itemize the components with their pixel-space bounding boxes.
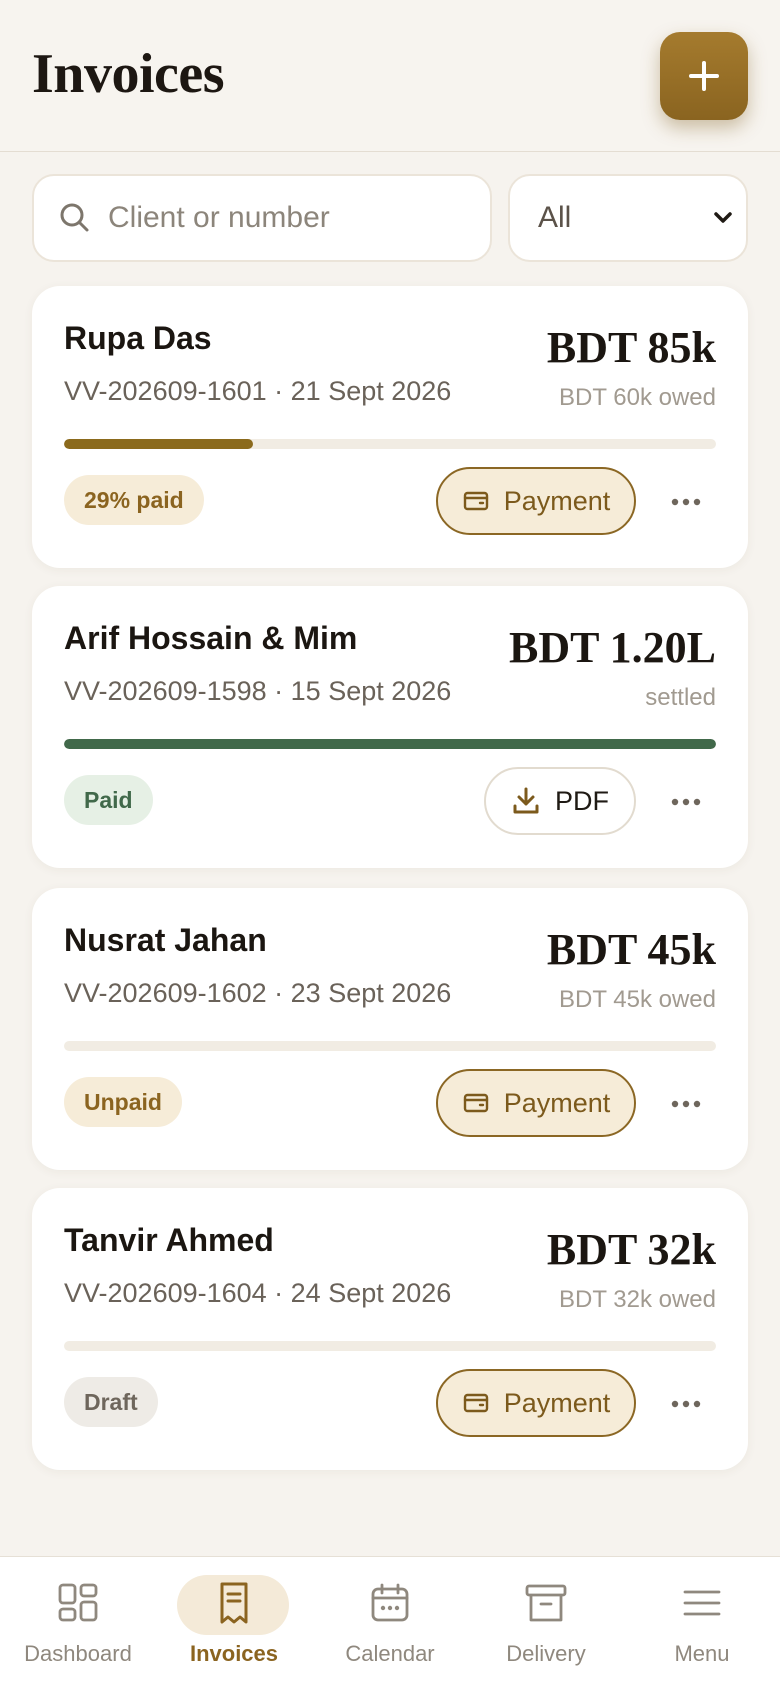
- payment-progress-bar: [64, 1041, 716, 1051]
- more-horizontal-icon: [671, 498, 701, 506]
- more-horizontal-icon: [671, 1400, 701, 1408]
- nav-item-delivery[interactable]: Delivery: [468, 1557, 624, 1688]
- more-options-button[interactable]: [664, 780, 708, 824]
- download-pdf-button[interactable]: PDF: [484, 767, 636, 835]
- invoice-amount: BDT 1.20L: [508, 623, 716, 672]
- payment-progress-fill: [64, 739, 716, 749]
- invoice-amount: BDT 85k: [546, 323, 716, 372]
- invoice-number-date: VV-202609-1601 · 21 Sept 2026: [64, 376, 452, 406]
- invoice-card[interactable]: Arif Hossain & Mim VV-202609-1598 · 15 S…: [32, 586, 748, 868]
- app-header: Invoices: [0, 0, 780, 152]
- archive-box-icon: [525, 1584, 567, 1622]
- invoice-number-date: VV-202609-1602 · 23 Sept 2026: [64, 978, 452, 1008]
- record-payment-button[interactable]: Payment: [436, 467, 636, 535]
- page-title: Invoices: [32, 43, 225, 105]
- nav-item-invoices[interactable]: Invoices: [156, 1557, 312, 1688]
- more-options-button[interactable]: [664, 480, 708, 524]
- calendar-icon: [371, 1583, 409, 1622]
- nav-item-calendar[interactable]: Calendar: [312, 1557, 468, 1688]
- invoice-number-date: VV-202609-1604 · 24 Sept 2026: [64, 1278, 452, 1308]
- status-badge: Paid: [64, 775, 153, 825]
- nav-label: Invoices: [189, 1641, 279, 1666]
- more-options-button[interactable]: [664, 1082, 708, 1126]
- more-options-button[interactable]: [664, 1382, 708, 1426]
- search-input[interactable]: [108, 201, 468, 235]
- status-badge: Draft: [64, 1377, 158, 1427]
- invoice-amount: BDT 45k: [546, 925, 716, 974]
- payment-progress-bar: [64, 1341, 716, 1351]
- client-name: Tanvir Ahmed: [64, 1222, 274, 1258]
- invoice-number-date: VV-202609-1598 · 15 Sept 2026: [64, 676, 452, 706]
- client-name: Nusrat Jahan: [64, 922, 267, 958]
- more-horizontal-icon: [671, 1100, 701, 1108]
- wallet-icon: [463, 1393, 488, 1413]
- action-label: PDF: [555, 785, 609, 816]
- bottom-navigation: Dashboard Invoices Calendar Delivery Men…: [0, 1556, 780, 1688]
- amount-owed: BDT 60k owed: [559, 384, 716, 411]
- search-icon: [60, 203, 89, 232]
- download-icon: [513, 787, 539, 814]
- filter-value: All: [538, 201, 572, 234]
- nav-label: Dashboard: [24, 1641, 132, 1666]
- nav-item-dashboard[interactable]: Dashboard: [0, 1557, 156, 1688]
- nav-label: Menu: [674, 1641, 730, 1666]
- amount-owed: BDT 32k owed: [559, 1286, 716, 1313]
- record-payment-button[interactable]: Payment: [436, 1069, 636, 1137]
- chevron-down-icon: [714, 212, 732, 223]
- payment-progress-fill: [64, 439, 254, 449]
- invoice-card[interactable]: Nusrat Jahan VV-202609-1602 · 23 Sept 20…: [32, 888, 748, 1170]
- nav-label: Calendar: [345, 1641, 435, 1666]
- payment-progress-bar: [64, 439, 716, 449]
- payment-progress-bar: [64, 739, 716, 749]
- status-filter-select[interactable]: All: [508, 174, 748, 262]
- status-badge: Unpaid: [64, 1077, 182, 1127]
- invoice-card[interactable]: Rupa Das VV-202609-1601 · 21 Sept 2026 B…: [32, 286, 748, 568]
- client-name: Rupa Das: [64, 320, 212, 356]
- invoice-card[interactable]: Tanvir Ahmed VV-202609-1604 · 24 Sept 20…: [32, 1188, 748, 1470]
- dashboard-icon: [58, 1583, 98, 1622]
- action-label: Payment: [503, 1087, 611, 1118]
- status-badge: 29% paid: [64, 475, 204, 525]
- nav-item-menu[interactable]: Menu: [624, 1557, 780, 1688]
- plus-icon: [689, 61, 719, 91]
- action-label: Payment: [503, 485, 611, 516]
- amount-owed: settled: [645, 684, 716, 711]
- add-invoice-button[interactable]: [660, 32, 748, 120]
- wallet-icon: [463, 1093, 488, 1113]
- invoice-icon: [220, 1582, 248, 1624]
- client-name: Arif Hossain & Mim: [64, 620, 358, 656]
- menu-icon: [683, 1590, 721, 1616]
- action-label: Payment: [503, 1387, 611, 1418]
- more-horizontal-icon: [671, 798, 701, 806]
- record-payment-button[interactable]: Payment: [436, 1369, 636, 1437]
- amount-owed: BDT 45k owed: [559, 986, 716, 1013]
- search-box[interactable]: [32, 174, 492, 262]
- invoice-amount: BDT 32k: [546, 1225, 716, 1274]
- nav-label: Delivery: [506, 1641, 586, 1666]
- wallet-icon: [463, 491, 488, 511]
